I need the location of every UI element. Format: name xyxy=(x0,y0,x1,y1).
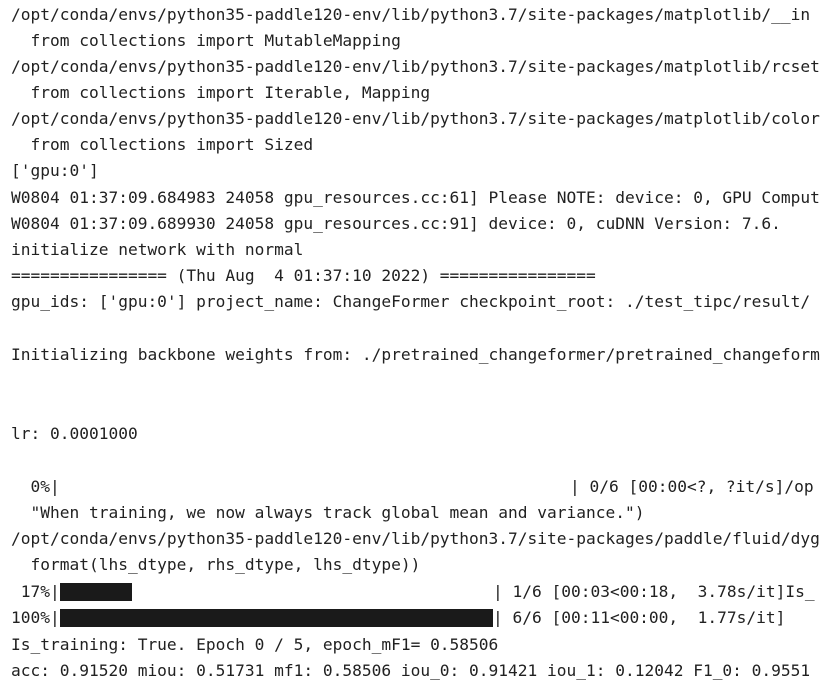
progress-percent-17: 17%| xyxy=(11,582,60,601)
output-line: W0804 01:37:09.689930 24058 gpu_resource… xyxy=(11,214,781,233)
output-line: W0804 01:37:09.684983 24058 gpu_resource… xyxy=(11,188,820,207)
output-line: ['gpu:0'] xyxy=(11,161,99,180)
progress-status-0: | 0/6 [00:00<?, ?it/s]/op xyxy=(570,477,814,496)
output-line: ================ (Thu Aug 4 01:37:10 202… xyxy=(11,266,596,285)
output-line: acc: 0.91520 miou: 0.51731 mf1: 0.58506 … xyxy=(11,661,811,680)
progress-percent-100: 100%| xyxy=(11,608,60,627)
output-line: "When training, we now always track glob… xyxy=(11,503,645,522)
output-line: /opt/conda/envs/python35-paddle120-env/l… xyxy=(11,109,820,128)
output-line: from collections import MutableMapping xyxy=(11,31,401,50)
output-line: lr: 0.0001000 xyxy=(11,424,138,443)
output-line: /opt/conda/envs/python35-paddle120-env/l… xyxy=(11,5,811,24)
output-line: Is_training: True. Epoch 0 / 5, epoch_mF… xyxy=(11,635,499,654)
progress-bar-100 xyxy=(60,609,493,627)
output-line: /opt/conda/envs/python35-paddle120-env/l… xyxy=(11,529,820,548)
output-line: Initializing backbone weights from: ./pr… xyxy=(11,345,820,364)
output-line: from collections import Iterable, Mappin… xyxy=(11,83,431,102)
output-line: format(lhs_dtype, rhs_dtype, lhs_dtype)) xyxy=(11,555,421,574)
progress-status-100: | 6/6 [00:11<00:00, 1.77s/it] xyxy=(493,608,786,627)
output-line: /opt/conda/envs/python35-paddle120-env/l… xyxy=(11,57,820,76)
output-line: from collections import Sized xyxy=(11,135,314,154)
progress-status-17: | 1/6 [00:03<00:18, 3.78s/it]Is_ xyxy=(493,582,815,601)
progress-bar-17 xyxy=(60,583,493,601)
progress-bar-fill xyxy=(60,609,493,627)
output-line: gpu_ids: ['gpu:0'] project_name: ChangeF… xyxy=(11,292,811,311)
progress-percent-0: 0%| xyxy=(11,477,60,496)
output-line: initialize network with normal xyxy=(11,240,304,259)
notebook-output-area: /opt/conda/envs/python35-paddle120-env/l… xyxy=(0,0,825,689)
progress-bar-fill xyxy=(60,583,132,601)
